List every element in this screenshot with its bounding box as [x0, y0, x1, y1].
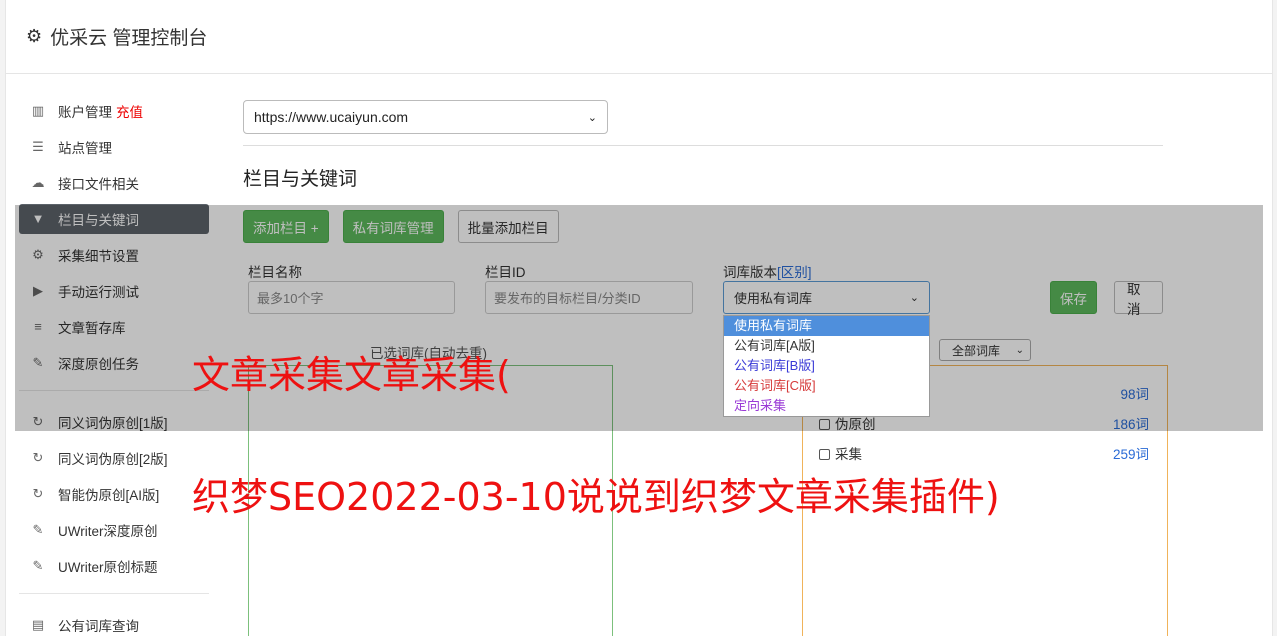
lib-list-item-label: 采集	[835, 447, 862, 462]
divider	[243, 145, 1163, 146]
sidebar-item-label: UWriter深度原创	[58, 524, 158, 539]
sidebar-divider	[19, 593, 209, 594]
sidebar-item-uwriter-title[interactable]: ✎ UWriter原创标题	[19, 551, 209, 581]
cloud-upload-icon: ☁	[31, 175, 45, 190]
lib-option-b[interactable]: 公有词库[B版]	[724, 356, 929, 376]
recharge-link[interactable]: 充值	[116, 101, 143, 121]
lib-list-item-count: 259词	[1112, 447, 1149, 462]
server-icon: ☰	[32, 139, 44, 154]
sidebar-item-label: 同义词伪原创[2版]	[58, 452, 168, 467]
sidebar-item-label: 公有词库查询	[58, 619, 139, 634]
edit-icon: ✎	[32, 558, 44, 573]
sidebar-item-public-lib[interactable]: ▤ 公有词库查询	[19, 610, 209, 636]
watermark-line-2: 织梦SEO2022-03-10说说到织梦文章采集插件)	[192, 475, 1000, 519]
sidebar-item-account[interactable]: ▥ 账户管理 充值	[19, 96, 209, 126]
sidebar-item-sites[interactable]: ☰ 站点管理	[19, 132, 209, 162]
lib-version-dropdown: 使用私有词库 公有词库[A版] 公有词库[B版] 公有词库[C版] 定向采集	[723, 315, 930, 417]
lib-option-directed[interactable]: 定向采集	[724, 396, 929, 416]
chevron-down-icon: ⌄	[587, 111, 597, 124]
site-select[interactable]: https://www.ucaiyun.com ⌄	[243, 100, 608, 134]
edit-icon: ✎	[32, 522, 44, 537]
refresh-icon: ↻	[32, 486, 44, 501]
sidebar-item-ai-rewrite[interactable]: ↻ 智能伪原创[AI版]	[19, 479, 209, 509]
refresh-icon: ↻	[32, 450, 44, 465]
lib-option-c[interactable]: 公有词库[C版]	[724, 376, 929, 396]
sidebar-item-label: 接口文件相关	[58, 177, 139, 192]
lib-option-private[interactable]: 使用私有词库	[724, 316, 929, 336]
checkbox[interactable]	[819, 449, 830, 460]
lib-option-a[interactable]: 公有词库[A版]	[724, 336, 929, 356]
main-content: https://www.ucaiyun.com ⌄ 栏目与关键词 添加栏目 + …	[243, 100, 1168, 636]
sidebar-item-label: 智能伪原创[AI版]	[58, 488, 160, 503]
sidebar-item-label: UWriter原创标题	[58, 560, 158, 575]
sidebar-item-synonym-2[interactable]: ↻ 同义词伪原创[2版]	[19, 443, 209, 473]
book-icon: ▤	[31, 617, 45, 632]
bar-chart-icon: ▥	[31, 103, 45, 118]
gear-icon: ⚙	[26, 26, 43, 46]
sidebar-item-label: 站点管理	[58, 141, 112, 156]
sidebar-item-interface[interactable]: ☁ 接口文件相关	[19, 168, 209, 198]
site-select-value: https://www.ucaiyun.com	[254, 109, 409, 125]
page-title: 优采云 管理控制台	[50, 28, 208, 49]
title-bar: ⚙ 优采云 管理控制台	[6, 0, 1272, 74]
sidebar-item-uwriter-deep[interactable]: ✎ UWriter深度原创	[19, 515, 209, 545]
lib-list-item[interactable]: 采集 259词	[819, 443, 1149, 463]
watermark-line-1: 文章采集文章采集(	[192, 353, 511, 397]
sidebar-item-label: 账户管理	[58, 105, 112, 120]
section-title: 栏目与关键词	[243, 169, 358, 190]
